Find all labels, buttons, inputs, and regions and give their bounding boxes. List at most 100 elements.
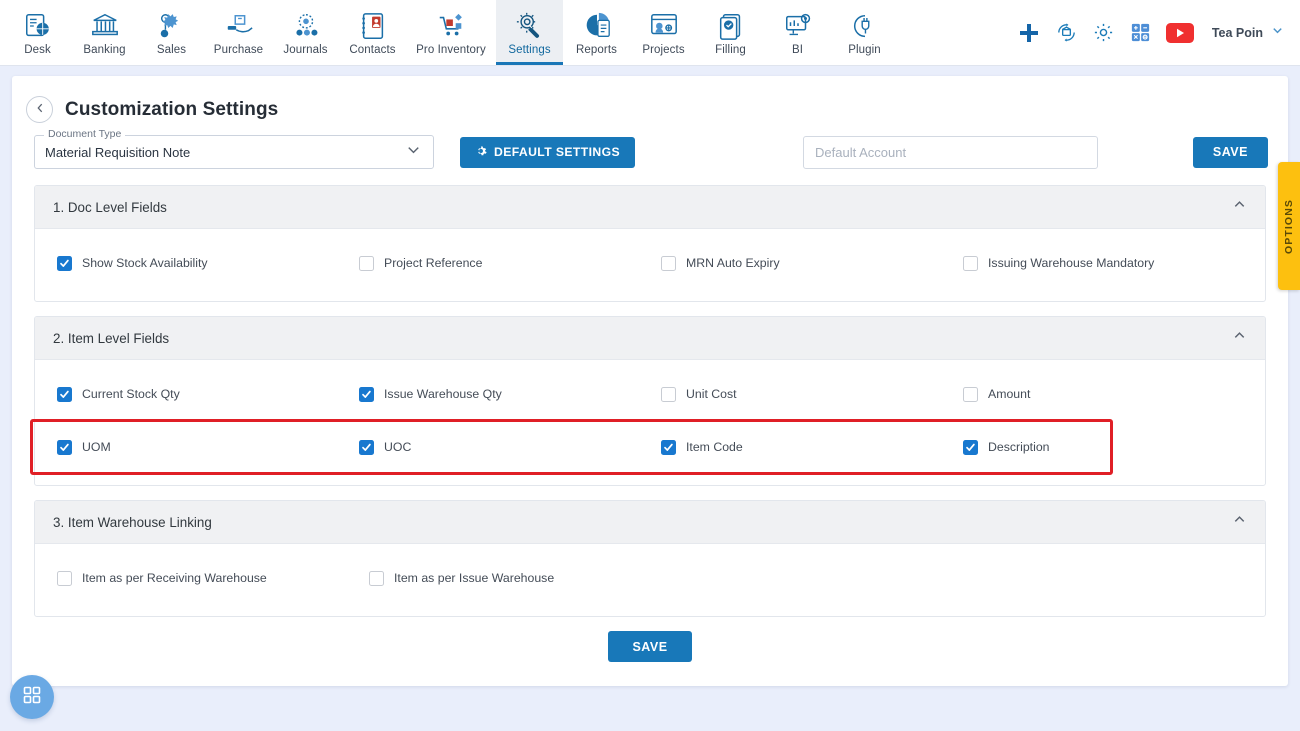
section-body: Show Stock Availability Project Reference… [35,229,1265,301]
section-title: 2. Item Level Fields [53,330,170,346]
nav-item-label: Filling [715,44,746,56]
checkbox-checked-icon[interactable] [359,439,374,455]
desk-icon [23,11,53,41]
checkbox-label: UOM [82,440,111,454]
checkbox-field[interactable]: Amount [963,386,1265,402]
section-header[interactable]: 3. Item Warehouse Linking [35,501,1265,544]
checkbox-checked-icon[interactable] [661,439,676,455]
save-bottom-button[interactable]: SAVE [608,631,692,662]
checkbox-checked-icon[interactable] [57,255,72,271]
checkbox-unchecked-icon[interactable] [963,386,978,402]
nav-item-sales[interactable]: Sales [138,0,205,65]
section-3: 3. Item Warehouse Linking Item as per Rec… [34,500,1266,617]
checkbox-field[interactable]: Description [963,439,1265,455]
checkbox-row: Current Stock Qty Issue Warehouse Qty Unit… [35,378,1265,410]
section-header[interactable]: 1. Doc Level Fields [35,186,1265,229]
chevron-down-icon [1271,24,1284,42]
nav-item-purchase[interactable]: Purchase [205,0,272,65]
checkbox-unchecked-icon[interactable] [57,570,72,586]
checkbox-field[interactable]: Item as per Issue Warehouse [369,570,681,586]
checkbox-label: Issue Warehouse Qty [384,387,502,401]
nav-item-label: BI [791,44,804,56]
nav-item-desk[interactable]: Desk [4,0,71,65]
checkbox-label: Item as per Issue Warehouse [394,571,555,585]
nav-item-reports[interactable]: Reports [563,0,630,65]
default-settings-label: DEFAULT SETTINGS [494,145,621,159]
plugin-icon [850,11,880,41]
checkbox-field[interactable]: Project Reference [359,255,661,271]
section-title: 3. Item Warehouse Linking [53,514,212,530]
checkbox-field[interactable]: Issuing Warehouse Mandatory [963,255,1265,271]
save-top-button[interactable]: SAVE [1192,136,1268,168]
checkbox-row: Item as per Receiving Warehouse Item as p… [35,562,1265,594]
section-header[interactable]: 2. Item Level Fields [35,317,1265,360]
checkbox-label: Unit Cost [686,387,737,401]
plus-icon[interactable] [1017,21,1041,45]
section-2: 2. Item Level Fields Current Stock Qty Iss… [34,316,1266,486]
checkbox-checked-icon[interactable] [57,386,72,402]
checkbox-field[interactable]: Issue Warehouse Qty [359,386,661,402]
checkbox-checked-icon[interactable] [359,386,374,402]
apps-fab-button[interactable] [10,675,54,719]
nav-items: Desk Banking Sales Purchase Journals Contacts… [0,0,898,65]
checkbox-field[interactable]: Item Code [661,439,963,455]
nav-item-filling[interactable]: Filling [697,0,764,65]
checkbox-checked-icon[interactable] [963,439,978,455]
filling-icon [716,11,746,41]
nav-item-projects[interactable]: Projects [630,0,697,65]
nav-item-plugin[interactable]: Plugin [831,0,898,65]
checkbox-label: Item as per Receiving Warehouse [82,571,267,585]
controls-row: Document Type Material Requisition Note … [12,123,1288,169]
section-1: 1. Doc Level Fields Show Stock Availabili… [34,185,1266,302]
projects-icon [649,11,679,41]
chevron-up-icon[interactable] [1232,197,1247,217]
default-settings-button[interactable]: DEFAULT SETTINGS [460,136,636,168]
nav-item-bi[interactable]: BI [764,0,831,65]
checkbox-unchecked-icon[interactable] [359,255,374,271]
checkbox-field[interactable]: Show Stock Availability [57,255,359,271]
checkbox-field[interactable]: MRN Auto Expiry [661,255,963,271]
checkbox-field[interactable]: UOM [57,439,359,455]
document-type-select[interactable]: Document Type Material Requisition Note [34,128,434,169]
nav-item-journals[interactable]: Journals [272,0,339,65]
checkbox-unchecked-icon[interactable] [661,386,676,402]
chevron-up-icon[interactable] [1232,328,1247,348]
nav-item-banking[interactable]: Banking [71,0,138,65]
nav-item-label: Reports [576,44,617,56]
default-account-input[interactable] [803,135,1099,169]
gear-icon[interactable] [1092,21,1115,44]
user-menu[interactable]: Tea Poin [1212,24,1284,42]
settings-icon [515,11,545,41]
nav-item-label: Desk [24,44,51,56]
nav-item-contacts[interactable]: Contacts [339,0,406,65]
refresh-bank-icon[interactable] [1055,21,1078,44]
sections-container: 1. Doc Level Fields Show Stock Availabili… [12,169,1288,617]
nav-item-label: Journals [283,44,328,56]
nav-item-settings[interactable]: Settings [496,0,563,65]
back-button[interactable] [26,96,53,123]
chevron-down-icon [404,140,423,164]
card-header: Customization Settings [12,92,1288,123]
chevron-left-icon [34,101,46,119]
section-title: 1. Doc Level Fields [53,199,167,215]
nav-item-label: Banking [83,44,126,56]
page-body: Customization Settings Document Type Mat… [0,66,1300,731]
checkbox-label: Amount [988,387,1031,401]
nav-item-pro-inventory[interactable]: Pro Inventory [406,0,496,65]
checkbox-field[interactable]: UOC [359,439,661,455]
section-body: Current Stock Qty Issue Warehouse Qty Unit… [35,360,1265,485]
checkbox-field[interactable]: Current Stock Qty [57,386,359,402]
calculator-icon[interactable] [1129,21,1152,44]
checkbox-field[interactable]: Unit Cost [661,386,963,402]
checkbox-checked-icon[interactable] [57,439,72,455]
checkbox-label: Issuing Warehouse Mandatory [988,256,1155,270]
checkbox-label: MRN Auto Expiry [686,256,780,270]
checkbox-unchecked-icon[interactable] [369,570,384,586]
options-tab[interactable]: OPTIONS [1278,162,1300,290]
checkbox-unchecked-icon[interactable] [661,255,676,271]
chevron-up-icon[interactable] [1232,512,1247,532]
checkbox-unchecked-icon[interactable] [963,255,978,271]
checkbox-field[interactable]: Item as per Receiving Warehouse [57,570,369,586]
user-name: Tea Poin [1211,25,1263,40]
youtube-icon[interactable] [1165,22,1194,43]
